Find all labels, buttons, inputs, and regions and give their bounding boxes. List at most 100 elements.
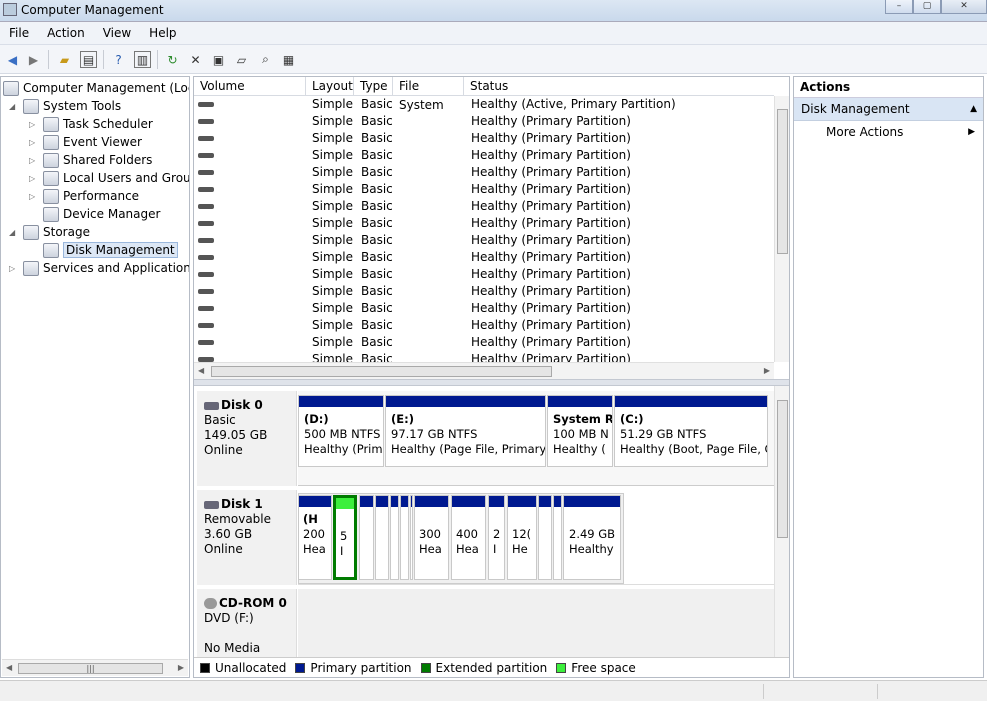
partition-small[interactable] [538,495,552,580]
table-row[interactable]: Simple Basic Healthy (Primary Partition) [194,130,774,147]
tree-item-disk-management[interactable]: Disk Management [29,241,178,259]
table-row[interactable]: Simple Basic Healthy (Primary Partition) [194,215,774,232]
close-button[interactable]: ✕ [941,0,987,14]
menu-view[interactable]: View [94,26,140,40]
expand-icon[interactable]: ▷ [29,120,39,129]
menu-help[interactable]: Help [140,26,185,40]
table-row[interactable]: Simple Basic Healthy (Primary Partition) [194,351,774,362]
scroll-thumb[interactable]: ||| [18,663,163,674]
column-header-volume[interactable]: Volume [194,77,306,96]
volume-icon [198,289,214,294]
tree-item-storage[interactable]: ◢ Storage [9,223,90,241]
tree-item-computer-management[interactable]: Computer Management (Local [3,79,189,97]
table-row[interactable]: Simple Basic Healthy (Primary Partition) [194,317,774,334]
tree-item-event-viewer[interactable]: ▷ Event Viewer [29,133,142,151]
menu-action[interactable]: Action [38,26,94,40]
column-header-file-system[interactable]: File System [393,77,464,112]
table-row[interactable]: Simple Basic Healthy (Primary Partition) [194,300,774,317]
volume-horizontal-scrollbar[interactable]: ◀ ▶ [194,362,774,379]
collapse-icon[interactable]: ◢ [9,102,19,111]
disk-0-label[interactable]: Disk 0 Basic 149.05 GB Online [197,391,297,486]
expand-icon[interactable]: ▷ [29,174,39,183]
expand-icon[interactable]: ▷ [29,156,39,165]
show-hide-action-pane-icon[interactable]: ▥ [134,51,151,68]
cell-status: Healthy (Primary Partition) [471,352,631,362]
show-hide-tree-icon[interactable]: ▤ [80,51,97,68]
partition-c[interactable]: (C:) 51.29 GB NTFS Healthy (Boot, Page Fil… [614,395,768,467]
cell-layout: Simple [312,352,353,362]
tree-item-task-scheduler[interactable]: ▷ Task Scheduler [29,115,153,133]
tree-item-local-users[interactable]: ▷ Local Users and Groups [29,169,189,187]
table-row[interactable]: Simple Basic Healthy (Primary Partition) [194,283,774,300]
partition-d[interactable]: (D:) 500 MB NTFS Healthy (Prim [298,395,384,467]
tree-horizontal-scrollbar[interactable]: ◀ ||| ▶ [2,659,188,676]
minimize-button[interactable]: – [885,0,913,14]
menu-file[interactable]: File [0,26,38,40]
partition-120mb[interactable]: 12(He [507,495,537,580]
column-header-layout[interactable]: Layout [306,77,354,96]
scroll-thumb[interactable] [777,109,788,254]
partition-system-reserved[interactable]: System R 100 MB N Healthy ( [547,395,613,467]
tree-item-device-manager[interactable]: Device Manager [29,205,160,223]
table-row[interactable]: Simple Basic Healthy (Primary Partition) [194,232,774,249]
more-actions-item[interactable]: More Actions ▶ [794,121,983,143]
actions-section-disk-management[interactable]: Disk Management ▲ [794,98,983,121]
table-row[interactable]: Simple Basic Healthy (Active, Primary Part… [194,96,774,113]
collapse-up-icon[interactable]: ▲ [970,98,977,120]
tree-item-performance[interactable]: ▷ Performance [29,187,139,205]
expand-icon[interactable]: ▷ [9,264,19,273]
table-row[interactable]: Simple Basic Healthy (Primary Partition) [194,198,774,215]
partition-h[interactable]: (H 200 Hea [298,495,332,580]
partition-2-49gb[interactable]: 2.49 GB Healthy [563,495,621,580]
table-row[interactable]: Simple Basic Healthy (Primary Partition) [194,164,774,181]
partition-small[interactable] [410,495,413,580]
table-row[interactable]: Simple Basic Healthy (Primary Partition) [194,249,774,266]
refresh-icon[interactable]: ↻ [164,51,181,68]
column-header-type[interactable]: Type [354,77,393,96]
partition-status: Healthy (Prim [304,442,383,456]
partition-e[interactable]: (E:) 97.17 GB NTFS Healthy (Page File, Pri… [385,395,546,467]
partition-small[interactable] [400,495,409,580]
open-icon[interactable]: ▱ [233,51,250,68]
partition-small[interactable]: 2I [488,495,505,580]
maximize-button[interactable]: ▢ [913,0,941,14]
table-row[interactable]: Simple Basic Healthy (Primary Partition) [194,147,774,164]
expand-icon[interactable]: ▷ [29,138,39,147]
pane-splitter[interactable] [194,379,789,386]
partition-400mb[interactable]: 400 Hea [451,495,486,580]
column-header-status[interactable]: Status [464,77,774,96]
partition-300mb[interactable]: 300 Hea [414,495,449,580]
scroll-left-icon[interactable]: ◀ [198,366,204,375]
table-row[interactable]: Simple Basic Healthy (Primary Partition) [194,266,774,283]
table-row[interactable]: Simple Basic Healthy (Primary Partition) [194,334,774,351]
table-row[interactable]: Simple Basic Healthy (Primary Partition) [194,181,774,198]
back-icon[interactable]: ◀ [4,51,21,68]
cdrom-0-label[interactable]: CD-ROM 0 DVD (F:) No Media [197,589,297,661]
scroll-thumb[interactable] [211,366,552,377]
up-folder-icon[interactable]: ▰ [56,51,73,68]
tree-item-services-applications[interactable]: ▷ Services and Applications [9,259,189,277]
partition-free-space[interactable]: 5I [333,495,357,580]
tree-item-shared-folders[interactable]: ▷ Shared Folders [29,151,152,169]
table-row[interactable]: Simple Basic Healthy (Primary Partition) [194,113,774,130]
search-icon[interactable]: ⌕ [257,51,274,68]
scroll-right-icon[interactable]: ▶ [764,366,770,375]
partition-small[interactable] [359,495,374,580]
properties-icon[interactable]: ▣ [210,51,227,68]
volume-vertical-scrollbar[interactable] [774,96,789,362]
disk-1-label[interactable]: Disk 1 Removable 3.60 GB Online [197,490,297,585]
collapse-icon[interactable]: ◢ [9,228,19,237]
scroll-right-icon[interactable]: ▶ [178,663,184,672]
partition-small[interactable] [390,495,399,580]
help-icon[interactable]: ? [110,51,127,68]
settings-icon[interactable]: ▦ [280,51,297,68]
forward-icon[interactable]: ▶ [25,51,42,68]
delete-icon[interactable]: ✕ [187,51,204,68]
scroll-left-icon[interactable]: ◀ [6,663,12,672]
tree-item-system-tools[interactable]: ◢ System Tools [9,97,121,115]
partition-small[interactable] [553,495,562,580]
expand-icon[interactable]: ▷ [29,192,39,201]
partition-small[interactable] [375,495,389,580]
graph-vertical-scrollbar[interactable] [774,386,789,661]
scroll-thumb[interactable] [777,400,788,538]
